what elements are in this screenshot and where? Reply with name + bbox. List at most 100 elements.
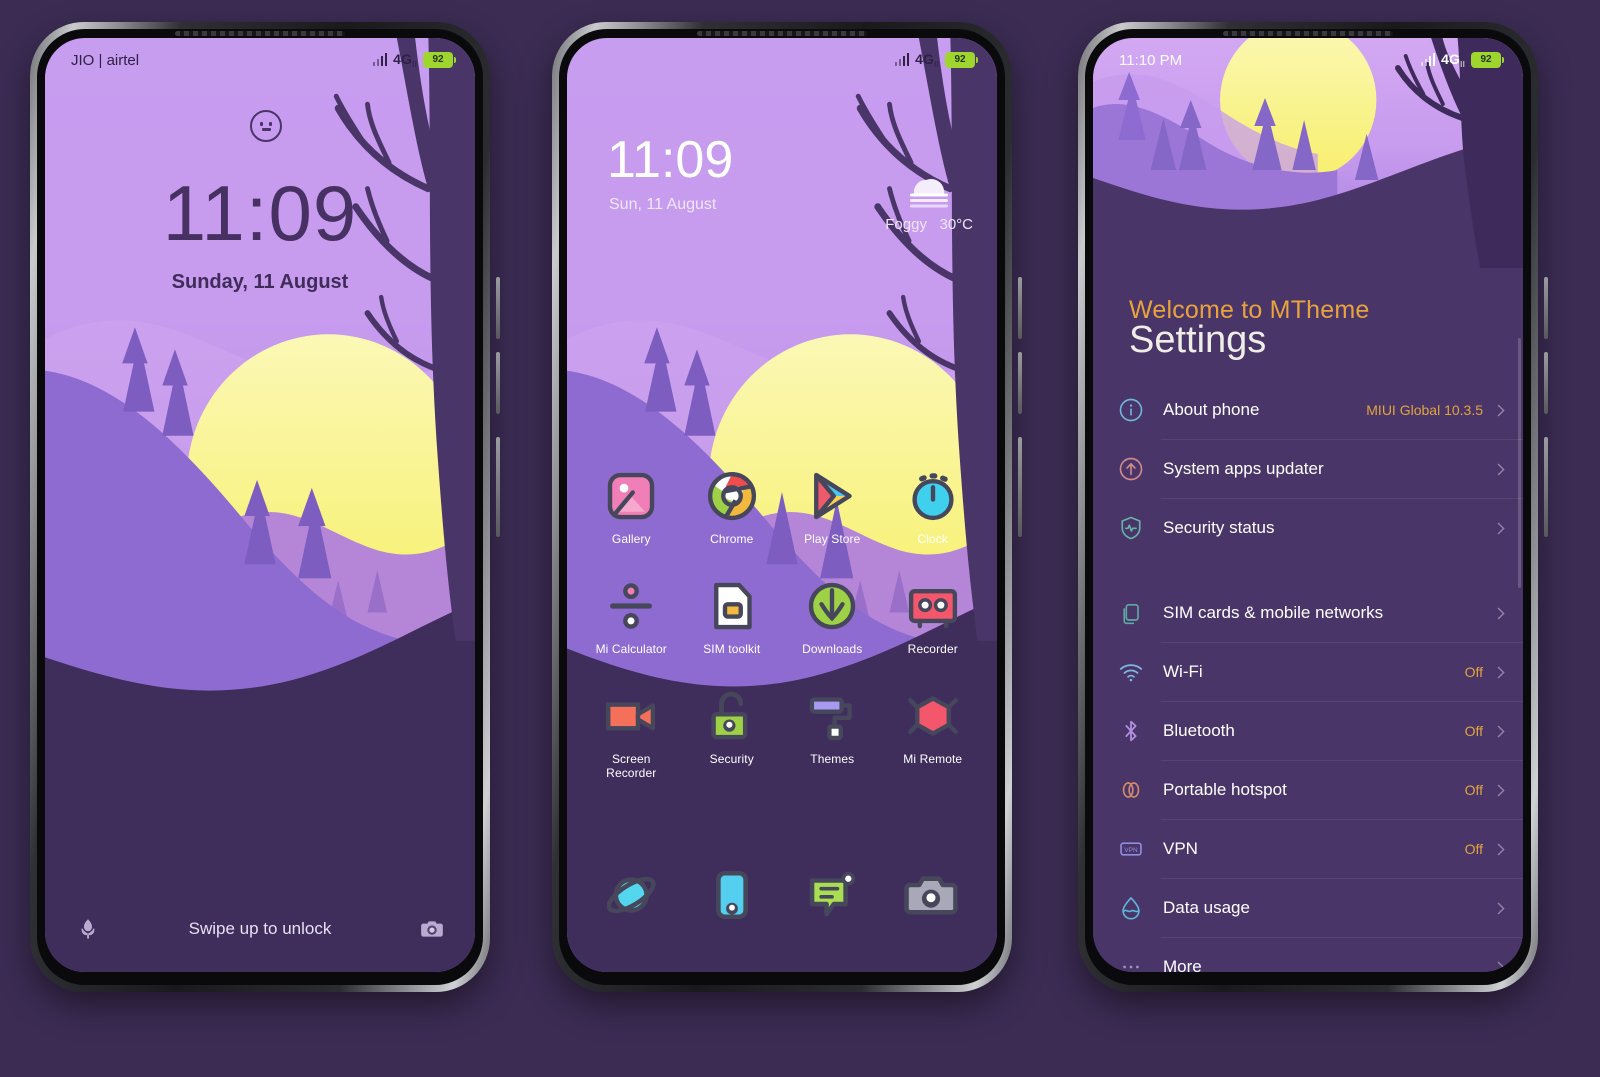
settings-row-wifi[interactable]: Wi-Fi Off bbox=[1093, 643, 1523, 702]
unlocked-padlock-icon bbox=[711, 691, 748, 740]
planet-browser-icon[interactable] bbox=[604, 866, 662, 924]
settings-row-about-phone[interactable]: About phone MIUI Global 10.3.5 bbox=[1093, 381, 1523, 440]
settings-row-system-apps-updater[interactable]: System apps updater bbox=[1093, 440, 1523, 499]
homescreen-clock[interactable]: 11:09 bbox=[607, 134, 733, 186]
settings-row-data-usage[interactable]: Data usage bbox=[1093, 879, 1523, 938]
phone-bezel: JIO | airtel 4Gll 92 11:09 Sunday, 11 Au… bbox=[37, 29, 483, 985]
row-value: Off bbox=[1464, 782, 1483, 799]
scrollbar[interactable] bbox=[1518, 338, 1521, 588]
row-label: SIM cards & mobile networks bbox=[1163, 603, 1384, 623]
app-play-store[interactable]: Play Store bbox=[787, 468, 877, 546]
play-store-icon bbox=[814, 472, 852, 520]
earpiece-speaker bbox=[1223, 31, 1393, 36]
network-type-label: 4Gll bbox=[393, 50, 417, 70]
app-clock[interactable]: Clock bbox=[888, 468, 978, 546]
settings-list: About phone MIUI Global 10.3.5 System ap… bbox=[1093, 375, 1523, 972]
app-downloads[interactable]: Downloads bbox=[787, 578, 877, 656]
chevron-right-icon bbox=[1497, 843, 1505, 856]
dock-row bbox=[583, 866, 981, 924]
chrome-icon bbox=[707, 471, 756, 521]
clock-label: 11:10 PM bbox=[1119, 51, 1183, 69]
power-button[interactable] bbox=[496, 437, 500, 537]
phone-bezel: 4Gll 92 11:09 Sun, 11 August Foggy 30°C … bbox=[559, 29, 1005, 985]
status-bar: 4Gll 92 bbox=[567, 38, 997, 82]
row-value: MIUI Global 10.3.5 bbox=[1366, 402, 1483, 419]
lockscreen-bottom-bar: Swipe up to unlock bbox=[45, 912, 475, 946]
volume-up-button[interactable] bbox=[1544, 277, 1548, 339]
app-label: Gallery bbox=[611, 532, 651, 546]
app-label: Chrome bbox=[710, 532, 754, 546]
dock bbox=[567, 866, 997, 924]
volume-up-button[interactable] bbox=[1018, 277, 1022, 339]
gallery-icon bbox=[608, 472, 655, 520]
chevron-right-icon bbox=[1497, 607, 1505, 620]
more-dots-icon bbox=[1123, 966, 1139, 969]
app-mi-remote[interactable]: Mi Remote bbox=[888, 688, 978, 780]
row-label: Data usage bbox=[1163, 898, 1250, 918]
app-sim-toolkit[interactable]: SIM toolkit bbox=[687, 578, 777, 656]
video-camera-icon bbox=[606, 702, 656, 731]
app-chrome[interactable]: Chrome bbox=[687, 468, 777, 546]
app-screen-recorder[interactable]: Screen Recorder bbox=[586, 688, 676, 780]
status-bar-right: 4Gll 92 bbox=[894, 51, 978, 69]
settings-row-vpn[interactable]: VPN VPN Off bbox=[1093, 820, 1523, 879]
app-row: Gallery Chrome Play Store Clock bbox=[581, 468, 983, 546]
phone-settings: 11:10 PM 4Gll 92 Welcome to MTheme Setti… bbox=[1078, 22, 1548, 992]
calculator-divide-icon bbox=[610, 583, 653, 629]
camera-icon[interactable] bbox=[902, 866, 960, 924]
app-themes[interactable]: Themes bbox=[787, 688, 877, 780]
volume-down-button[interactable] bbox=[1018, 352, 1022, 414]
app-label: Screen Recorder bbox=[606, 752, 657, 780]
app-label: Recorder bbox=[907, 642, 958, 656]
battery-indicator: 92 bbox=[1471, 51, 1504, 68]
phone-dialer-icon[interactable] bbox=[703, 866, 761, 924]
lockscreen-screen[interactable]: JIO | airtel 4Gll 92 11:09 Sunday, 11 Au… bbox=[45, 38, 475, 972]
status-bar: JIO | airtel 4Gll 92 bbox=[45, 38, 475, 82]
power-button[interactable] bbox=[1544, 437, 1548, 537]
settings-row-portable-hotspot[interactable]: Portable hotspot Off bbox=[1093, 761, 1523, 820]
settings-screen[interactable]: 11:10 PM 4Gll 92 Welcome to MTheme Setti… bbox=[1093, 38, 1523, 972]
row-label: About phone bbox=[1163, 400, 1260, 420]
status-bar-right: 4Gll 92 bbox=[372, 50, 456, 70]
power-button[interactable] bbox=[1018, 437, 1022, 537]
volume-down-button[interactable] bbox=[496, 352, 500, 414]
settings-row-bluetooth[interactable]: Bluetooth Off bbox=[1093, 702, 1523, 761]
homescreen-date[interactable]: Sun, 11 August bbox=[609, 196, 716, 214]
carrier-label: JIO | airtel bbox=[71, 51, 140, 69]
message-bubble-icon[interactable] bbox=[803, 866, 861, 924]
app-gallery[interactable]: Gallery bbox=[586, 468, 676, 546]
chevron-right-icon bbox=[1497, 404, 1505, 417]
app-recorder[interactable]: Recorder bbox=[888, 578, 978, 656]
app-row: Mi Calculator SIM toolkit Downloads Reco… bbox=[581, 578, 983, 656]
homescreen-screen[interactable]: 4Gll 92 11:09 Sun, 11 August Foggy 30°C … bbox=[567, 38, 997, 972]
camera-icon[interactable] bbox=[419, 916, 445, 942]
app-security[interactable]: Security bbox=[687, 688, 777, 780]
lockscreen-clock: 11:09 bbox=[162, 169, 358, 257]
app-label: Themes bbox=[810, 752, 855, 766]
app-label: Security bbox=[709, 752, 754, 766]
paint-roller-icon bbox=[809, 697, 852, 741]
weather-widget[interactable]: Foggy 30°C bbox=[885, 168, 973, 233]
network-type-label: 4Gll bbox=[1441, 50, 1465, 70]
battery-indicator: 92 bbox=[423, 51, 456, 68]
row-label: Wi-Fi bbox=[1163, 662, 1203, 682]
row-label: Bluetooth bbox=[1163, 721, 1235, 741]
settings-row-security-status[interactable]: Security status bbox=[1093, 499, 1523, 558]
sim-card-icon bbox=[713, 582, 752, 630]
earpiece-speaker bbox=[175, 31, 345, 36]
data-droplet-icon bbox=[1122, 897, 1140, 920]
app-mi-calculator[interactable]: Mi Calculator bbox=[586, 578, 676, 656]
row-value: Off bbox=[1464, 841, 1483, 858]
settings-row-sim-cards[interactable]: SIM cards & mobile networks bbox=[1093, 584, 1523, 643]
lockscreen-date: Sunday, 11 August bbox=[171, 271, 349, 293]
weather-label: Foggy 30°C bbox=[885, 216, 973, 233]
app-label: Clock bbox=[917, 532, 948, 546]
settings-row-more[interactable]: More bbox=[1093, 938, 1523, 972]
chevron-right-icon bbox=[1497, 463, 1505, 476]
app-row: Screen Recorder Security Themes Mi Remot… bbox=[581, 688, 983, 780]
row-label: Portable hotspot bbox=[1163, 780, 1287, 800]
chevron-right-icon bbox=[1497, 666, 1505, 679]
row-value: Off bbox=[1464, 664, 1483, 681]
volume-up-button[interactable] bbox=[496, 277, 500, 339]
volume-down-button[interactable] bbox=[1544, 352, 1548, 414]
